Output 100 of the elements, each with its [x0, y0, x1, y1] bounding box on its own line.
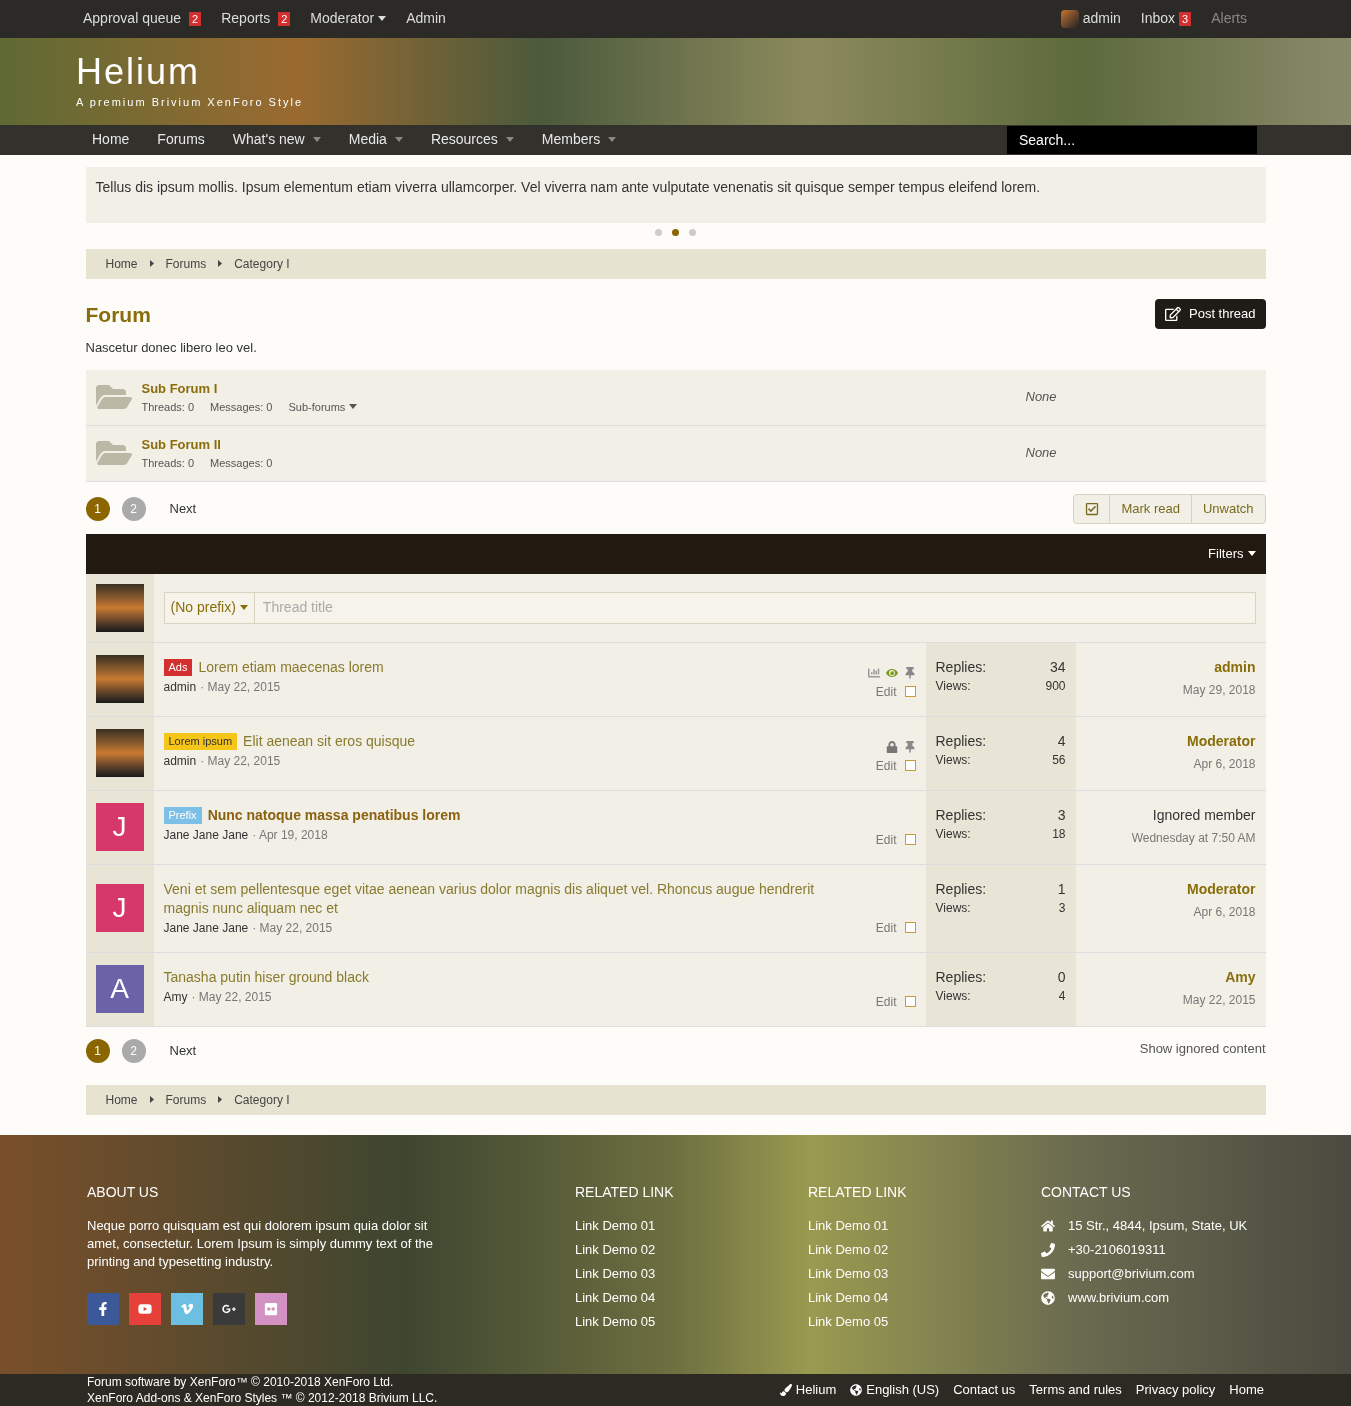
views-label: Views:	[935, 751, 971, 769]
flickr-button[interactable]	[255, 1292, 287, 1325]
select-checkbox[interactable]	[904, 834, 916, 846]
thread-date: · May 22, 2015	[191, 989, 272, 1004]
thread-title[interactable]: Nunc natoque massa penatibus lorem	[207, 805, 844, 825]
last-post-date: May 22, 2015	[1182, 992, 1256, 1007]
caret-icon	[1247, 551, 1256, 557]
caret-icon	[394, 137, 403, 143]
views-label: Views:	[935, 899, 971, 917]
thread-title[interactable]: Veni et sem pellentesque eget vitae aenean varius dolor magnis dis aliquet vel. Rhoncus augue hendrerit magnis nunc aliquam nec et	[163, 879, 844, 918]
action-button[interactable]: Mark read	[1110, 494, 1192, 523]
copyright-text: Forum software by XenForo™ © 2010-2018 XenForo Ltd.	[87, 1374, 395, 1390]
user-link[interactable]: admin	[1060, 8, 1121, 30]
footer-link[interactable]: Link Demo 01	[575, 1216, 808, 1235]
caret-icon	[349, 404, 358, 410]
edit-label: Edit	[875, 683, 897, 701]
facebook-button[interactable]	[87, 1292, 119, 1325]
top-bar-link[interactable]: Moderator	[310, 8, 387, 30]
next-link[interactable]: Next	[169, 498, 197, 519]
thread-title[interactable]: Lorem etiam maecenas lorem	[198, 657, 844, 677]
footer-link[interactable]: Link Demo 03	[575, 1264, 808, 1283]
nav-tab[interactable]: What's new	[232, 129, 321, 151]
caret-icon	[378, 16, 387, 22]
top-bar-link[interactable]: Reports 2	[221, 8, 291, 30]
select-checkbox[interactable]	[904, 922, 916, 934]
search-field[interactable]: Search...	[1007, 125, 1257, 154]
thread-title-field[interactable]: (No prefix) Thread title	[163, 591, 1256, 624]
site-title: Helium	[76, 53, 202, 90]
caret-icon	[505, 137, 514, 143]
nav-tab[interactable]: Members	[541, 129, 617, 151]
replies-count: 4	[1057, 731, 1066, 751]
last-poster[interactable]: Moderator	[1085, 879, 1256, 899]
thread-title[interactable]: Elit aenean sit eros quisque	[243, 731, 844, 751]
thread-date: · May 22, 2015	[252, 920, 333, 935]
last-poster[interactable]: Ignored member	[1085, 805, 1256, 825]
next-link[interactable]: Next	[169, 1040, 197, 1061]
page-button[interactable]: 1	[85, 1038, 110, 1063]
top-bar-link[interactable]: Approval queue 2	[83, 8, 202, 30]
top-bar-link[interactable]: Admin	[406, 8, 446, 30]
thread-date: · Apr 19, 2018	[252, 827, 328, 842]
home-icon	[1041, 1218, 1055, 1233]
filters-button[interactable]: Filters	[1208, 543, 1256, 564]
views-label: Views:	[935, 825, 971, 843]
replies-label: Replies:	[935, 967, 987, 987]
action-button[interactable]: Unwatch	[1191, 494, 1265, 523]
youtube-button[interactable]	[129, 1292, 161, 1325]
alerts-link[interactable]: Alerts	[1211, 8, 1247, 30]
brush-icon	[779, 1384, 792, 1396]
last-poster[interactable]: Amy	[1085, 967, 1256, 987]
replies-count: 0	[1057, 967, 1066, 987]
nav-tab[interactable]: Media	[348, 129, 403, 151]
nav-tab[interactable]: Resources	[430, 129, 514, 151]
replies-count: 1	[1057, 879, 1066, 899]
last-poster[interactable]: Moderator	[1085, 731, 1256, 751]
avatar-placeholder	[1060, 9, 1079, 28]
footer-link[interactable]: English (US)	[850, 1380, 940, 1400]
views-count: 56	[1052, 751, 1066, 769]
views-count: 18	[1052, 825, 1066, 843]
breadcrumb-link[interactable]: Home	[105, 1090, 138, 1109]
edit-label: Edit	[875, 993, 897, 1011]
breadcrumb-link[interactable]: Category I	[234, 254, 290, 273]
edit-label: Edit	[875, 919, 897, 937]
arrow-icon	[218, 1096, 223, 1104]
select-checkbox[interactable]	[904, 760, 916, 772]
footer-heading: RELATED LINK	[808, 1182, 908, 1202]
arrow-icon	[149, 260, 154, 268]
subforum-title[interactable]: Sub Forum I	[141, 379, 1026, 399]
breadcrumb-link[interactable]: Home	[105, 254, 138, 273]
post-thread-button[interactable]: Post thread	[1155, 298, 1266, 329]
flickr-icon	[264, 1301, 278, 1316]
last-poster[interactable]: admin	[1085, 657, 1256, 677]
vimeo-button[interactable]	[171, 1292, 203, 1325]
breadcrumb-link[interactable]: Forums	[165, 1090, 207, 1109]
footer-link[interactable]: Helium	[779, 1380, 837, 1400]
page-button[interactable]: 1	[85, 496, 110, 521]
select-checkbox[interactable]	[904, 686, 916, 698]
breadcrumb-link[interactable]: Forums	[165, 254, 207, 273]
photo-placeholder	[95, 729, 144, 778]
show-ignored-link[interactable]: Show ignored content	[1139, 1038, 1266, 1059]
site-tagline: A premium Brivium XenForo Style	[76, 94, 305, 110]
footer-link[interactable]: Link Demo 02	[575, 1240, 808, 1259]
inbox-link[interactable]: Inbox 3	[1140, 8, 1192, 30]
subforums-menu[interactable]: Sub-forums	[288, 398, 358, 416]
replies-label: Replies:	[935, 731, 987, 751]
footer-link[interactable]: Contact us	[953, 1380, 1016, 1400]
subforum-title[interactable]: Sub Forum II	[141, 435, 1026, 455]
thread-title[interactable]: Tanasha putin hiser ground black	[163, 967, 844, 987]
nav-tab[interactable]: Forums	[157, 129, 205, 151]
google-plus-button[interactable]	[213, 1292, 245, 1325]
footer-link[interactable]: Link Demo 04	[575, 1288, 808, 1307]
footer-link[interactable]: Home	[1229, 1380, 1264, 1400]
replies-label: Replies:	[935, 805, 987, 825]
prefix-dropdown[interactable]: (No prefix)	[164, 592, 255, 623]
count-badge: 3	[1179, 11, 1192, 26]
breadcrumb-link[interactable]: Category I	[234, 1090, 290, 1109]
footer-link[interactable]: Privacy policy	[1135, 1380, 1216, 1400]
nav-tab[interactable]: Home	[92, 129, 130, 151]
select-checkbox[interactable]	[904, 996, 916, 1008]
footer-link[interactable]: Link Demo 05	[575, 1312, 808, 1331]
footer-link[interactable]: Terms and rules	[1029, 1380, 1122, 1400]
